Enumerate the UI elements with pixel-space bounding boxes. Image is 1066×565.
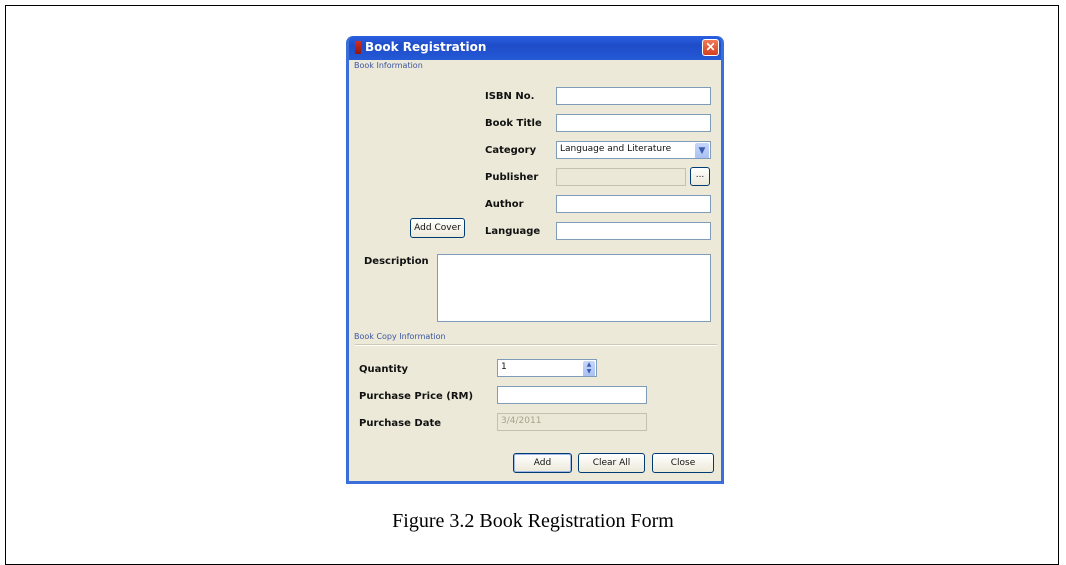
isbn-input[interactable] xyxy=(556,87,711,105)
language-input[interactable] xyxy=(556,222,711,240)
book-title-input[interactable] xyxy=(556,114,711,132)
add-cover-button[interactable]: Add Cover xyxy=(410,218,465,238)
description-textarea[interactable] xyxy=(437,254,711,322)
book-information-group-label: Book Information xyxy=(354,61,423,70)
window-title: Book Registration xyxy=(365,40,487,54)
section-divider xyxy=(355,344,717,346)
author-input[interactable] xyxy=(556,195,711,213)
publisher-input[interactable] xyxy=(556,168,686,186)
language-label: Language xyxy=(485,226,541,237)
book-title-label: Book Title xyxy=(485,118,542,129)
purchase-date-input[interactable]: 3/4/2011 xyxy=(497,413,647,431)
purchase-date-label: Purchase Date xyxy=(359,418,442,429)
isbn-label: ISBN No. xyxy=(485,91,535,102)
spinner-arrows-icon[interactable]: ▲ ▼ xyxy=(583,361,595,376)
figure-caption: Figure 3.2 Book Registration Form xyxy=(392,510,674,532)
close-icon[interactable]: ✕ xyxy=(702,39,719,56)
chevron-down-icon[interactable]: ▼ xyxy=(695,143,709,158)
purchase-price-input[interactable] xyxy=(497,386,647,404)
close-button[interactable]: Close xyxy=(652,453,714,473)
clear-all-button[interactable]: Clear All xyxy=(578,453,645,473)
browse-publisher-button[interactable]: ... xyxy=(690,167,710,186)
title-bar[interactable]: Book Registration ✕ xyxy=(349,36,721,60)
quantity-stepper[interactable]: 1 ▲ ▼ xyxy=(497,359,597,377)
form-body: Book Information ISBN No. Book Title Cat… xyxy=(349,60,721,481)
add-button[interactable]: Add xyxy=(513,453,572,473)
category-select[interactable]: Language and Literature ▼ xyxy=(556,141,711,159)
quantity-label: Quantity xyxy=(359,364,408,375)
category-label: Category xyxy=(485,145,537,156)
book-icon xyxy=(355,41,361,54)
purchase-price-label: Purchase Price (RM) xyxy=(359,391,474,402)
book-registration-window: Book Registration ✕ Book Information ISB… xyxy=(346,36,724,484)
description-label: Description xyxy=(364,256,429,267)
author-label: Author xyxy=(485,199,524,210)
book-copy-information-group-label: Book Copy Information xyxy=(354,332,446,341)
category-selected-value: Language and Literature xyxy=(560,144,672,154)
publisher-label: Publisher xyxy=(485,172,539,183)
quantity-value: 1 xyxy=(501,362,507,372)
